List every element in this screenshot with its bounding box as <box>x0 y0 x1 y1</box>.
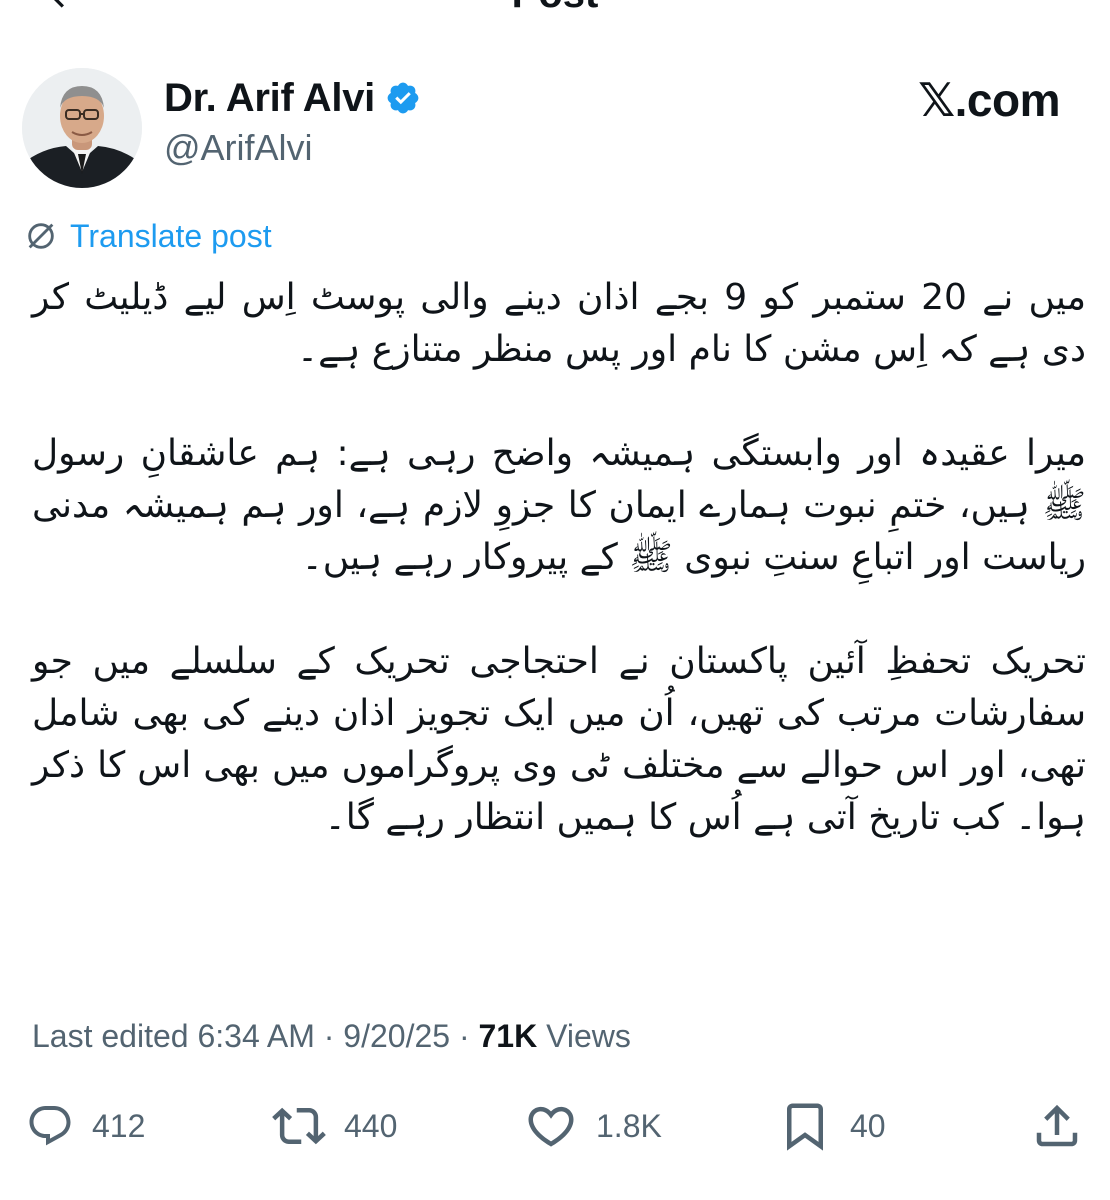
share-button[interactable] <box>1030 1096 1084 1156</box>
post-paragraph: تحریک تحفظِ آئین پاکستان نے احتجاجی تحری… <box>32 641 1086 838</box>
reply-count: 412 <box>92 1108 146 1144</box>
bookmark-icon <box>787 1103 823 1151</box>
like-button[interactable]: 1.8K <box>524 1096 662 1156</box>
brand-watermark: 𝕏.com <box>918 74 1060 126</box>
repost-count: 440 <box>344 1108 398 1144</box>
action-bar: 412 440 1.8K 40 <box>0 1096 1110 1156</box>
reply-button[interactable]: 412 <box>26 1096 145 1156</box>
share-icon <box>1036 1104 1078 1147</box>
translate-post-link[interactable]: Translate post <box>24 216 272 256</box>
repost-icon <box>272 1107 326 1145</box>
views-label: Views <box>537 1018 631 1054</box>
top-bar: Post <box>0 0 1110 20</box>
reply-icon <box>29 1106 71 1146</box>
bookmark-count: 40 <box>850 1108 886 1144</box>
post-meta: Last edited 6:34 AM · 9/20/25 · 71K View… <box>32 1014 631 1058</box>
bookmark-button[interactable]: 40 <box>778 1096 886 1156</box>
edited-timestamp[interactable]: Last edited 6:34 AM · 9/20/25 · <box>32 1018 479 1054</box>
author-handle[interactable]: @ArifAlvi <box>164 126 313 170</box>
avatar-portrait-icon <box>22 68 142 188</box>
repost-button[interactable]: 440 <box>272 1096 397 1156</box>
post-text: میں نے 20 ستمبر کو 9 بجے اذان دینے والی … <box>32 272 1086 896</box>
page-title: Post <box>0 0 1110 14</box>
author-name-row[interactable]: Dr. Arif Alvi <box>164 74 421 122</box>
post-paragraph: میرا عقیدہ اور وابستگی ہمیشہ واضح رہی ہے… <box>32 433 1086 578</box>
post-paragraph: میں نے 20 ستمبر کو 9 بجے اذان دینے والی … <box>32 277 1087 370</box>
translate-icon <box>28 223 54 249</box>
like-count: 1.8K <box>596 1108 662 1144</box>
translate-post-label[interactable]: Translate post <box>70 216 272 256</box>
author-display-name[interactable]: Dr. Arif Alvi <box>164 74 375 122</box>
verified-badge-icon <box>387 82 419 114</box>
heart-icon <box>528 1106 574 1147</box>
avatar[interactable] <box>22 68 142 188</box>
views-count: 71K <box>478 1018 538 1054</box>
